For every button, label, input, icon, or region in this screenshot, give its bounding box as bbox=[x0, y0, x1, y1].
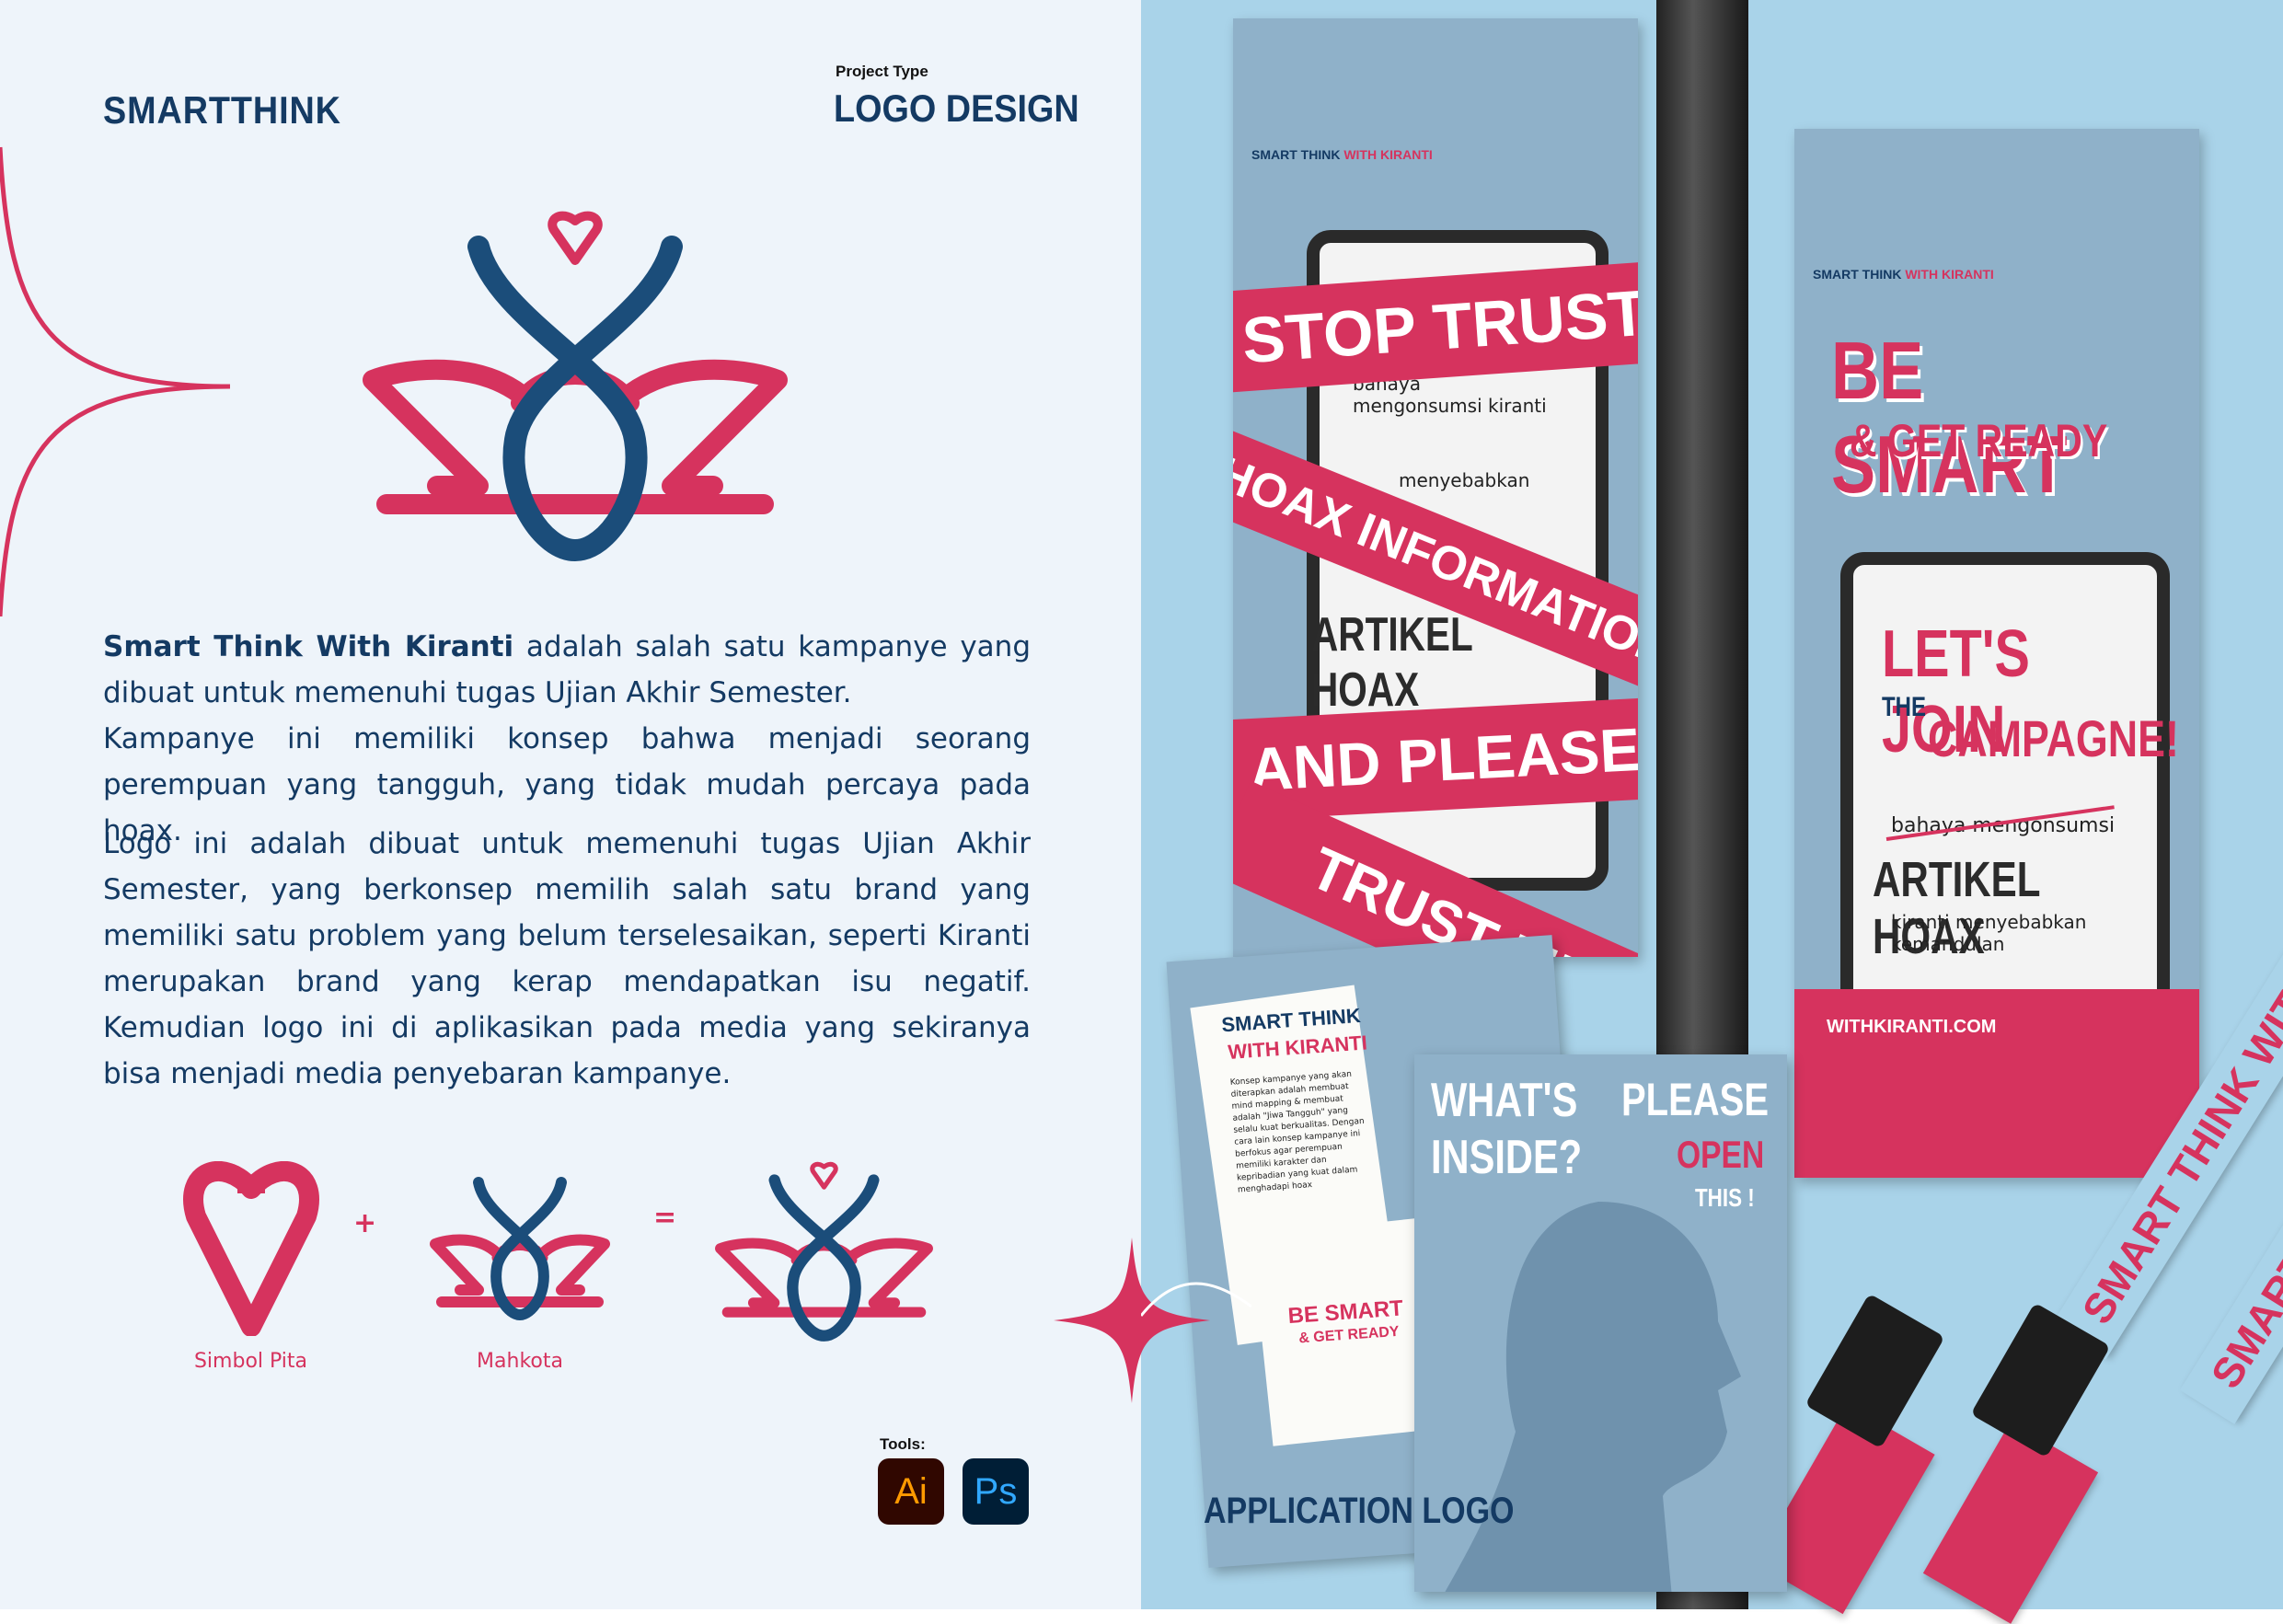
brochure-body: Konsep kampanye yang akan diterapkan ada… bbox=[1229, 1069, 1365, 1195]
brand-name: SMARTTHINK bbox=[103, 88, 341, 132]
description-paragraph-3: Logo ini adalah dibuat untuk memenuhi tu… bbox=[103, 827, 1031, 1090]
project-type-label: Project Type bbox=[836, 63, 928, 80]
banner2-brand-main: SMART THINK bbox=[1813, 267, 1902, 282]
illustrator-icon: Ai bbox=[878, 1458, 944, 1525]
main-logo bbox=[363, 211, 788, 562]
poster-please: PLEASE bbox=[1621, 1074, 1770, 1125]
banner1-brand-accent: WITH KIRANTI bbox=[1343, 147, 1433, 162]
poster-what: WHAT'S bbox=[1431, 1074, 1578, 1127]
result-logo bbox=[715, 1161, 933, 1342]
left-panel: SMARTTHINK Project Type LOGO DESIGN Smar… bbox=[0, 0, 1141, 1609]
banner2-small-text-2: kiranti menyebabkan kemandulan bbox=[1891, 911, 2087, 955]
project-type: LOGO DESIGN bbox=[834, 86, 1079, 130]
poster-inside: INSIDE? bbox=[1431, 1131, 1583, 1184]
banner-stop-trust: SMART THINK WITH KIRANTI bahaya mengonsu… bbox=[1233, 18, 1638, 957]
description-paragraph-1: Smart Think With Kiranti adalah salah sa… bbox=[103, 624, 1031, 716]
silhouette-shape bbox=[1445, 1202, 1741, 1592]
banner2-the: THE bbox=[1882, 692, 1926, 722]
campaign-name: Smart Think With Kiranti bbox=[103, 630, 514, 663]
banner1-small-text-2: menyebabkan bbox=[1399, 469, 1530, 491]
plus-sign: + bbox=[353, 1207, 377, 1239]
tools-label: Tools: bbox=[880, 1435, 926, 1453]
banner1-brand: SMART THINK WITH KIRANTI bbox=[1251, 147, 1433, 162]
crown-icon bbox=[430, 1177, 610, 1321]
banner1-brand-main: SMART THINK bbox=[1251, 147, 1341, 162]
poster-this: THIS ! bbox=[1695, 1183, 1755, 1212]
decorative-curve bbox=[0, 146, 231, 616]
poster-open: OPEN bbox=[1677, 1133, 1765, 1176]
banner2-subtitle: & GET READY bbox=[1850, 415, 2108, 466]
banner2-brand: SMART THINK WITH KIRANTI bbox=[1813, 267, 1994, 282]
caption-ribbon-symbol: Simbol Pita bbox=[193, 1350, 308, 1373]
banner-be-smart: SMART THINK WITH KIRANTI BE SMART & GET … bbox=[1794, 129, 2199, 1178]
application-logo-label: APPLICATION LOGO bbox=[1204, 1491, 1515, 1531]
ribbon-symbol-icon bbox=[183, 1161, 319, 1336]
banner2-brand-accent: WITH KIRANTI bbox=[1905, 267, 1994, 282]
banner2-campagne: CAMPAGNE! bbox=[1928, 709, 2179, 767]
equals-sign: = bbox=[653, 1202, 677, 1234]
banner2-url: WITHKIRANTI.COM bbox=[1794, 989, 2199, 1178]
photoshop-icon: Ps bbox=[963, 1458, 1029, 1525]
caption-crown: Mahkota bbox=[477, 1350, 563, 1373]
connector-line bbox=[1141, 1282, 1251, 1317]
